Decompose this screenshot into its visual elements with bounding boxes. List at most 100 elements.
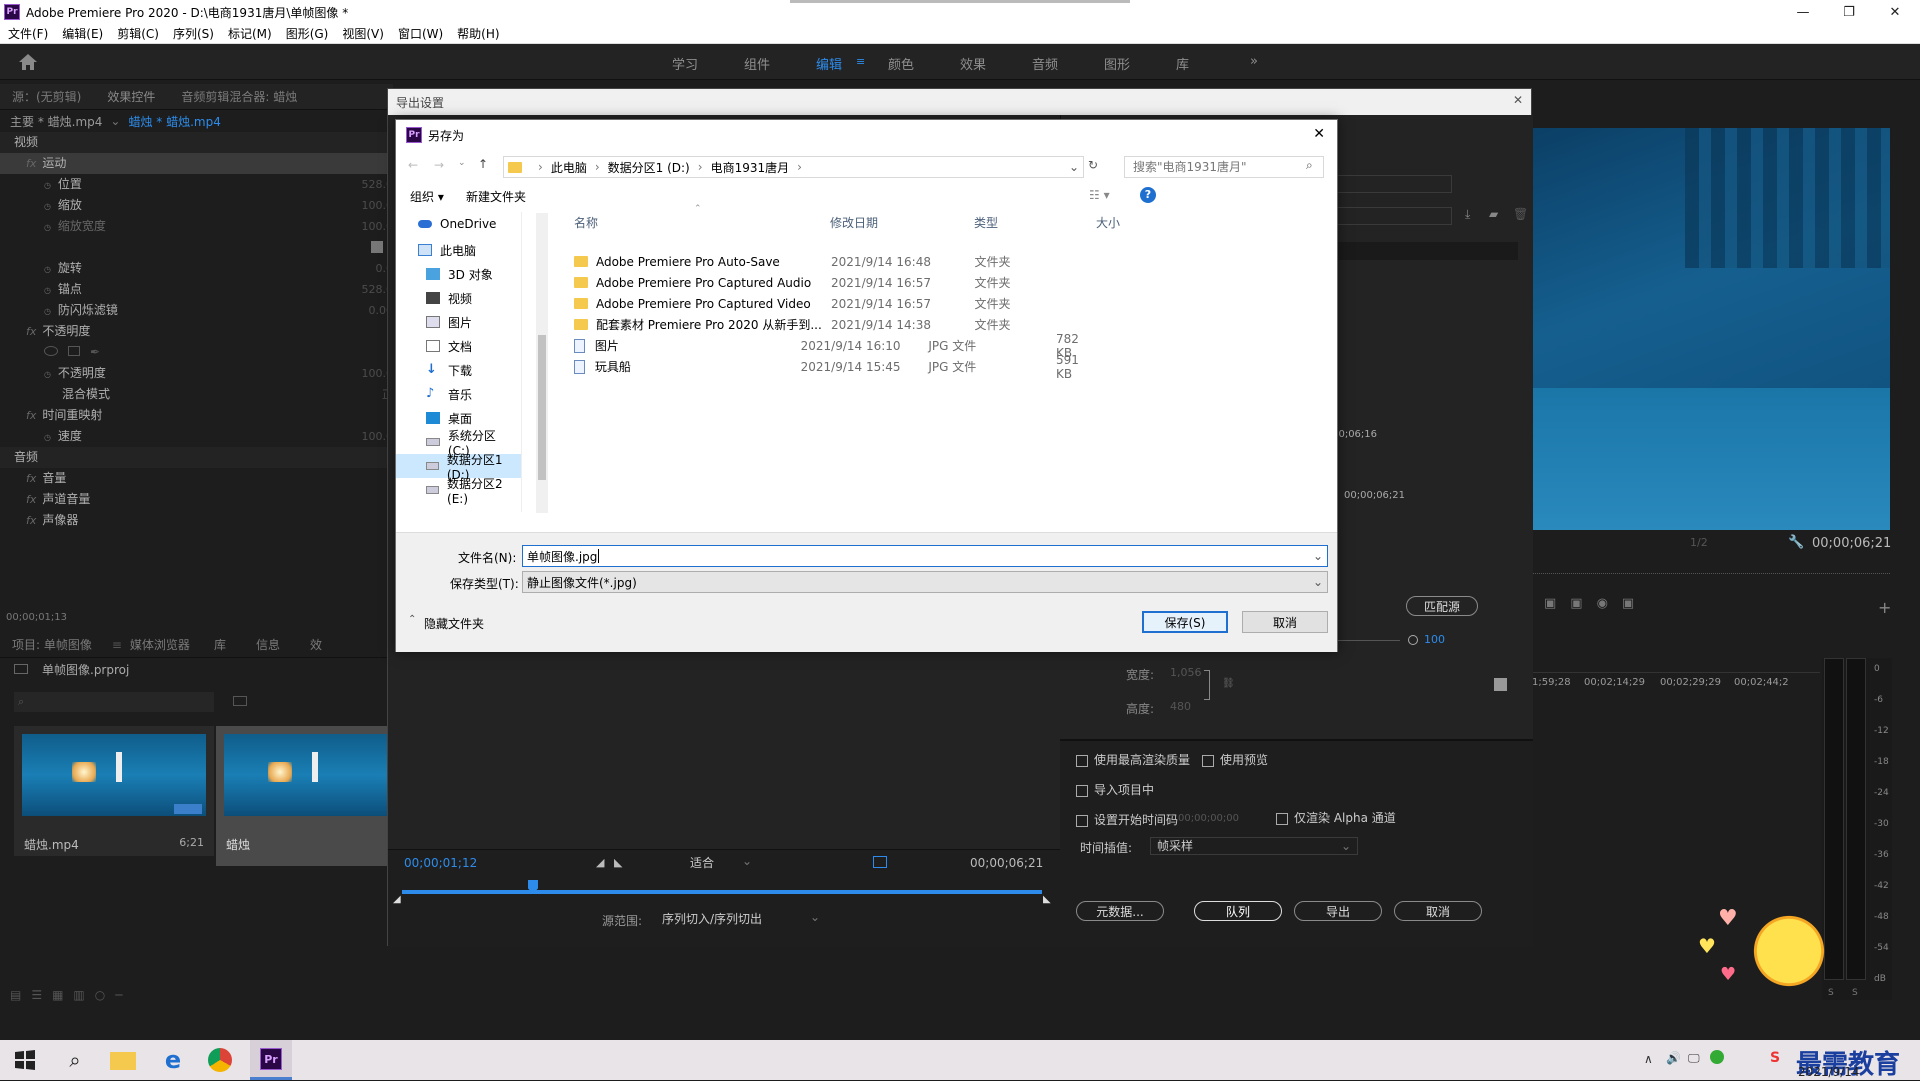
nav-onedrive[interactable]: OneDrive: [396, 212, 521, 236]
width-value[interactable]: 1,056: [1170, 666, 1202, 679]
menu-sequence[interactable]: 序列(S): [173, 25, 214, 42]
tab-audio-clip-mixer[interactable]: 音频剪辑混合器: 蜡烛: [181, 88, 297, 105]
menu-graphics[interactable]: 图形(G): [286, 25, 329, 42]
metadata-button[interactable]: 元数据...: [1076, 901, 1164, 921]
stopwatch-icon[interactable]: ◷: [44, 364, 54, 385]
option-alpha-only[interactable]: 仅渲染 Alpha 通道: [1276, 809, 1396, 826]
stopwatch-icon[interactable]: ◷: [44, 259, 54, 280]
breadcrumb-folder[interactable]: 电商1931唐月: [711, 159, 790, 176]
workspace-learn[interactable]: 学习: [672, 54, 698, 73]
add-button-icon[interactable]: +: [1878, 598, 1891, 617]
file-row[interactable]: 图片 2021/9/14 16:10 JPG 文件 782 KB: [574, 332, 1094, 360]
file-row[interactable]: Adobe Premiere Pro Captured Video 2021/9/…: [574, 293, 1094, 314]
nav-scrollbar[interactable]: [536, 213, 548, 513]
time-interpolation-dropdown[interactable]: 帧采样 ⌄: [1150, 837, 1358, 855]
breadcrumb-drive-d[interactable]: 数据分区1 (D:): [608, 159, 690, 176]
stopwatch-icon[interactable]: ◷: [44, 301, 54, 322]
nav-documents[interactable]: 文档: [396, 334, 521, 358]
refresh-icon[interactable]: ↻: [1088, 158, 1098, 172]
nav-this-pc[interactable]: 此电脑: [396, 238, 521, 262]
save-preset-icon[interactable]: ⤓: [1465, 207, 1470, 222]
effect-row-scale-width[interactable]: ◷ 缩放宽度 100.0: [0, 216, 393, 237]
search-icon[interactable]: ⌕: [62, 1048, 88, 1072]
help-icon[interactable]: ?: [1140, 187, 1156, 203]
workspace-libraries[interactable]: 库: [1176, 54, 1189, 73]
ellipse-mask-icon[interactable]: [44, 346, 58, 356]
tray-overflow-icon[interactable]: ∧: [1644, 1052, 1653, 1066]
option-import-project[interactable]: 导入项目中: [1076, 781, 1154, 798]
nav-videos[interactable]: 视频: [396, 286, 521, 310]
export-button[interactable]: 导出: [1294, 901, 1382, 921]
maximize-button[interactable]: ❐: [1826, 0, 1872, 24]
cancel-button[interactable]: 取消: [1242, 611, 1328, 633]
forward-arrow-icon[interactable]: →: [434, 158, 444, 172]
program-transport-buttons[interactable]: ▣▣◉▣: [1530, 596, 1890, 616]
tab-media-browser[interactable]: 媒体浏览器: [130, 636, 190, 653]
effect-row-scale[interactable]: ◷ 缩放 100.0: [0, 195, 393, 216]
address-dropdown-icon[interactable]: ⌄: [1069, 160, 1079, 174]
source-range-dropdown[interactable]: 序列切入/序列切出 ⌄: [656, 910, 824, 928]
option-set-start-timecode[interactable]: 设置开始时间码: [1076, 811, 1178, 828]
nav-downloads[interactable]: ↓ 下载: [396, 358, 521, 382]
start-timecode-value[interactable]: 00;00;00;00: [1178, 813, 1239, 824]
premiere-taskbar-button[interactable]: Pr: [250, 1040, 292, 1080]
menu-window[interactable]: 窗口(W): [398, 25, 443, 42]
project-item-candle-mp4[interactable]: 蜡烛.mp4 6;21: [14, 726, 214, 856]
workspace-audio[interactable]: 音频: [1032, 54, 1058, 73]
playback-resolution[interactable]: 1/2: [1690, 536, 1708, 549]
height-value[interactable]: 480: [1170, 700, 1191, 713]
fit-dropdown[interactable]: 适合 ⌄: [690, 854, 754, 872]
project-footer-tools[interactable]: ▤☰▦▥○─: [10, 988, 390, 1004]
workspace-overflow-icon[interactable]: »: [1250, 54, 1258, 69]
menu-edit[interactable]: 编辑(E): [62, 25, 103, 42]
source-current-timecode[interactable]: 00;00;01;12: [404, 856, 477, 870]
close-button[interactable]: ✕: [1872, 0, 1918, 24]
import-preset-icon[interactable]: ▰: [1489, 207, 1498, 221]
source-range-bar[interactable]: [402, 890, 1042, 894]
solo-button-left[interactable]: S: [1828, 988, 1834, 998]
address-bar[interactable]: › 此电脑 › 数据分区1 (D:) › 电商1931唐月 › ⌄: [503, 156, 1084, 178]
tab-menu-icon[interactable]: ≡: [112, 638, 122, 652]
ime-icon[interactable]: S: [1770, 1050, 1780, 1066]
tab-effect-controls[interactable]: 效果控件: [107, 88, 155, 105]
mark-out-icon[interactable]: ◣: [614, 856, 622, 869]
tab-effects[interactable]: 效: [310, 636, 322, 653]
tab-info[interactable]: 信息: [256, 636, 280, 653]
stopwatch-icon[interactable]: ◷: [44, 196, 54, 217]
queue-button[interactable]: 队列: [1194, 901, 1282, 921]
effect-row-volume[interactable]: fx 音量: [0, 468, 393, 489]
tray-app-icon[interactable]: [1710, 1050, 1724, 1064]
hide-folders-toggle[interactable]: 隐藏文件夹: [424, 615, 484, 632]
cancel-export-button[interactable]: 取消: [1394, 901, 1482, 921]
uniform-scale-checkbox[interactable]: [371, 241, 383, 253]
chevron-down-icon[interactable]: ⌄: [1313, 549, 1323, 563]
workspace-graphics[interactable]: 图形: [1104, 54, 1130, 73]
effect-row-opacity-value[interactable]: ◷ 不透明度 100.0: [0, 363, 393, 384]
nav-pictures[interactable]: 图片: [396, 310, 521, 334]
export-dialog-close-icon[interactable]: ✕: [1513, 93, 1523, 107]
effect-row-flicker[interactable]: ◷ 防闪烁滤镜 0.00: [0, 300, 393, 321]
delete-preset-icon[interactable]: 🗑: [1513, 207, 1528, 221]
rectangle-mask-icon[interactable]: [68, 346, 80, 356]
new-search-bin-icon[interactable]: [233, 696, 247, 706]
option-max-quality[interactable]: 使用最高渲染质量: [1076, 751, 1190, 768]
nav-3d-objects[interactable]: 3D 对象: [396, 262, 521, 286]
project-item-candle-sequence[interactable]: 蜡烛: [216, 726, 393, 866]
folder-search-input[interactable]: 搜索"电商1931唐月": [1124, 156, 1324, 178]
menu-clip[interactable]: 剪辑(C): [117, 25, 159, 42]
effect-row-channel-volume[interactable]: fx 声道音量: [0, 489, 393, 510]
match-source-button[interactable]: 匹配源: [1406, 596, 1478, 616]
workspace-assembly[interactable]: 组件: [744, 54, 770, 73]
out-point-marker-icon[interactable]: ◣: [1043, 894, 1051, 905]
chain-link-icon[interactable]: ⛓: [1222, 678, 1235, 689]
effect-row-opacity[interactable]: fx 不透明度: [0, 321, 393, 342]
network-icon[interactable]: 🖵: [1688, 1051, 1700, 1066]
column-date[interactable]: 修改日期: [830, 214, 878, 231]
stopwatch-icon[interactable]: ◷: [44, 217, 54, 238]
filetype-select[interactable]: 静止图像文件(*.jpg) ⌄: [522, 571, 1328, 593]
chevron-down-icon[interactable]: ⌄: [110, 114, 120, 128]
file-row[interactable]: 配套素材 Premiere Pro 2020 从新手到... 2021/9/14 …: [574, 314, 1094, 335]
project-search-input[interactable]: ⌕: [14, 692, 214, 712]
stopwatch-icon[interactable]: ◷: [44, 175, 54, 196]
edge-browser-icon[interactable]: e: [160, 1048, 186, 1072]
